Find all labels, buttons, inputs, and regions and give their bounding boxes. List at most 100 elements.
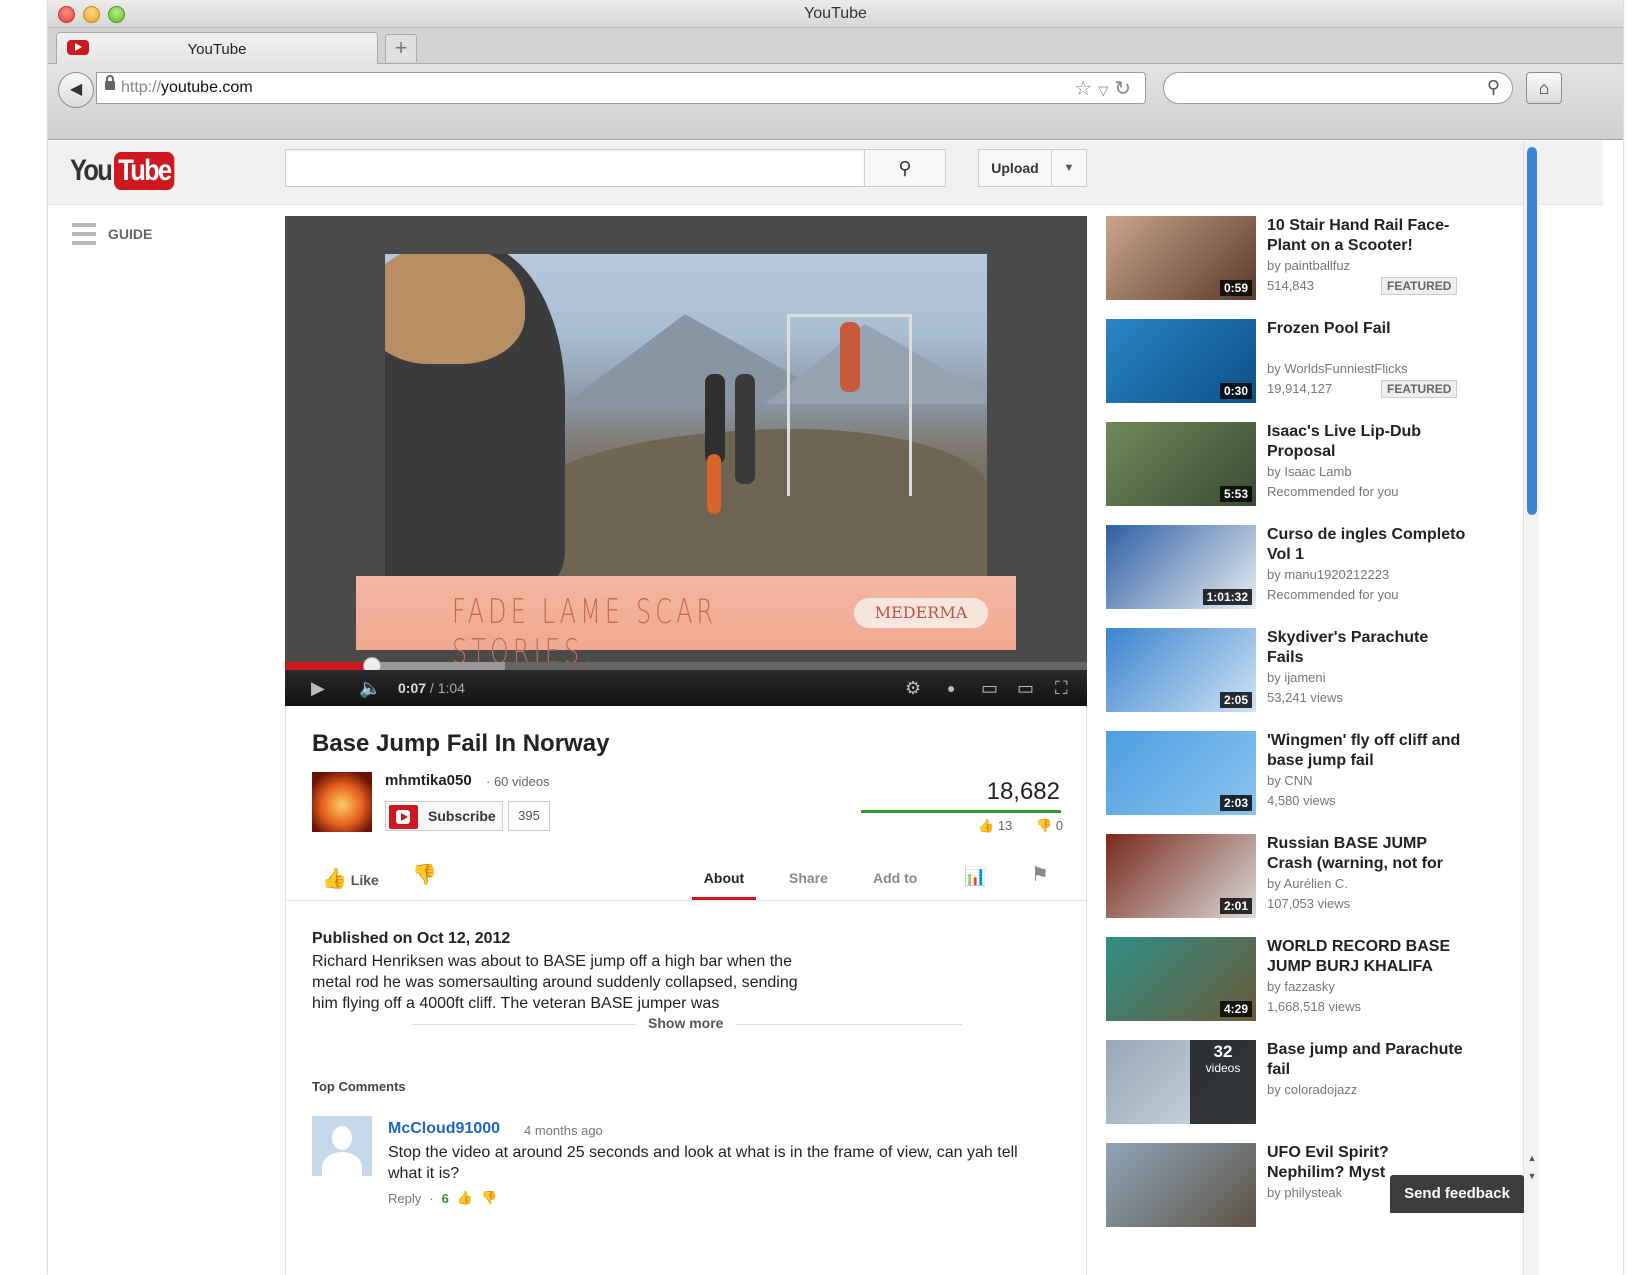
scroll-up-icon[interactable]: ▲: [1524, 1153, 1540, 1169]
video-thumbnail[interactable]: 4:29: [1106, 937, 1256, 1021]
related-video-item[interactable]: 5:53 Isaac's Live Lip-Dub Proposal by Isaa…: [1106, 422, 1526, 512]
related-video-item[interactable]: 2:01 Russian BASE JUMP Crash (warning, no…: [1106, 834, 1526, 924]
related-video-title[interactable]: Isaac's Live Lip-Dub Proposal: [1267, 422, 1467, 462]
thumbs-down-icon[interactable]: 👎: [481, 1190, 497, 1206]
related-video-item[interactable]: 2:03 'Wingmen' fly off cliff and base jum…: [1106, 731, 1526, 821]
video-thumbnail[interactable]: 1:01:32: [1106, 525, 1256, 609]
video-duration: 2:05: [1219, 692, 1252, 708]
featured-badge: FEATURED: [1381, 380, 1458, 398]
related-video-title[interactable]: Skydiver's Parachute Fails: [1267, 628, 1467, 668]
browser-window: YouTube YouTube + ◀ http://youtube.com ☆…: [48, 0, 1623, 1275]
video-thumbnail[interactable]: 5:53: [1106, 422, 1256, 506]
stats-icon[interactable]: 📊: [964, 866, 986, 887]
upload-button[interactable]: Upload: [978, 149, 1052, 187]
related-video-item[interactable]: 2:05 Skydiver's Parachute Fails by ijameni…: [1106, 628, 1526, 718]
related-video-title[interactable]: Frozen Pool Fail: [1267, 319, 1467, 339]
back-button[interactable]: ◀: [58, 72, 94, 108]
address-bar[interactable]: http://youtube.com ☆▽↻: [96, 72, 1146, 104]
related-video-item[interactable]: 32 videos Base jump and Parachute fail by c…: [1106, 1040, 1526, 1130]
tab-youtube[interactable]: YouTube: [56, 32, 378, 64]
page-scrollbar[interactable]: ▲ ▼: [1523, 141, 1539, 1275]
published-date: Published on Oct 12, 2012: [312, 930, 511, 947]
search-icon: ⚲: [1486, 77, 1500, 97]
large-player-icon[interactable]: ▭: [1017, 670, 1034, 706]
comment-actions: Reply · 6 👍 👎: [388, 1190, 498, 1206]
comment-score: 6: [441, 1190, 449, 1206]
chevron-down-icon[interactable]: ▽: [1098, 83, 1114, 98]
player-controls: ▶ 🔈 0:07 / 1:04 ⚙ ● ▭ ▭ ⛶: [285, 670, 1087, 706]
related-video-channel: by Isaac Lamb: [1267, 464, 1352, 479]
related-video-item[interactable]: 1:01:32 Curso de ingles Completo Vol 1 by …: [1106, 525, 1526, 615]
related-video-item[interactable]: 0:30 Frozen Pool Fail by WorldsFunniestFli…: [1106, 319, 1526, 409]
play-icon[interactable]: ▶: [311, 670, 325, 706]
related-video-meta: 107,053 views: [1267, 896, 1351, 911]
progress-played: [285, 662, 373, 670]
related-video-title[interactable]: 10 Stair Hand Rail Face-Plant on a Scoot…: [1267, 216, 1467, 256]
related-video-title[interactable]: 'Wingmen' fly off cliff and base jump fa…: [1267, 731, 1467, 771]
video-thumbnail[interactable]: 2:05: [1106, 628, 1256, 712]
video-player[interactable]: FADE LAME SCAR STORIES. MEDERMA ▶ 🔈 0:07…: [285, 216, 1087, 706]
volume-icon[interactable]: 🔈: [359, 670, 381, 706]
related-video-title[interactable]: Curso de ingles Completo Vol 1: [1267, 525, 1467, 565]
watch-later-icon[interactable]: ●: [947, 670, 955, 706]
subscribe-button[interactable]: Subscribe: [385, 801, 503, 831]
related-video-channel: by paintballfuz: [1267, 258, 1351, 273]
like-ratio-bar: [861, 810, 1061, 813]
related-video-title[interactable]: Russian BASE JUMP Crash (warning, not fo…: [1267, 834, 1467, 874]
related-video-title[interactable]: WORLD RECORD BASE JUMP BURJ KHALIFA: [1267, 937, 1467, 977]
reply-button[interactable]: Reply: [388, 1191, 421, 1206]
playlist-count-overlay: 32 videos: [1190, 1040, 1256, 1124]
settings-gear-icon[interactable]: ⚙: [905, 670, 921, 706]
like-button[interactable]: 👍 Like: [322, 866, 379, 891]
comment-author[interactable]: McCloud91000: [388, 1120, 500, 1138]
video-thumbnail[interactable]: 2:03: [1106, 731, 1256, 815]
video-thumbnail[interactable]: [1106, 1143, 1256, 1227]
related-video-item[interactable]: 4:29 WORLD RECORD BASE JUMP BURJ KHALIFA b…: [1106, 937, 1526, 1027]
scrollbar-thumb[interactable]: [1527, 147, 1537, 515]
video-thumbnail[interactable]: 0:59: [1106, 216, 1256, 300]
new-tab-button[interactable]: +: [385, 34, 417, 62]
video-progress-bar[interactable]: [285, 657, 1087, 675]
guide-button[interactable]: GUIDE: [72, 223, 152, 245]
reload-icon[interactable]: ↻: [1114, 78, 1137, 100]
related-video-channel: by WorldsFunniestFlicks: [1267, 361, 1408, 376]
browser-search-field[interactable]: ⚲: [1163, 72, 1513, 104]
youtube-search-button[interactable]: ⚲: [864, 149, 946, 187]
scroll-down-icon[interactable]: ▼: [1524, 1171, 1540, 1187]
video-duration: 4:29: [1219, 1001, 1252, 1017]
tab-share[interactable]: Share: [789, 870, 828, 886]
url-actions: ☆▽↻: [1074, 76, 1137, 101]
video-info-panel: Base Jump Fail In Norway mhmtika050 · 60…: [285, 706, 1087, 1275]
channel-video-count[interactable]: · 60 videos: [486, 774, 550, 789]
video-ad-banner[interactable]: FADE LAME SCAR STORIES. MEDERMA: [356, 576, 1016, 672]
show-more-button[interactable]: Show more: [636, 1015, 736, 1031]
home-button[interactable]: ⌂: [1526, 72, 1562, 104]
youtube-logo[interactable]: You Tube: [70, 151, 186, 191]
upload-dropdown-button[interactable]: ▼: [1051, 149, 1087, 187]
comment-avatar[interactable]: [312, 1116, 372, 1176]
video-thumbnail[interactable]: 2:01: [1106, 834, 1256, 918]
video-duration: 2:03: [1219, 795, 1252, 811]
subscriber-count: 395: [508, 801, 550, 831]
video-frame[interactable]: [385, 254, 987, 576]
small-player-icon[interactable]: ▭: [981, 670, 998, 706]
tab-about[interactable]: About: [692, 870, 756, 886]
flag-icon[interactable]: ⚑: [1031, 862, 1049, 887]
related-video-title[interactable]: Base jump and Parachute fail: [1267, 1040, 1467, 1080]
url-text: http://youtube.com: [121, 79, 253, 96]
related-video-item[interactable]: 0:59 10 Stair Hand Rail Face-Plant on a S…: [1106, 216, 1526, 306]
video-thumbnail[interactable]: 0:30: [1106, 319, 1256, 403]
fullscreen-icon[interactable]: ⛶: [1055, 670, 1068, 706]
dislike-button[interactable]: 👎: [412, 862, 437, 887]
youtube-search-input[interactable]: [285, 149, 865, 187]
video-thumbnail[interactable]: 32 videos: [1106, 1040, 1256, 1124]
tab-add-to[interactable]: Add to: [873, 870, 917, 886]
thumbs-up-icon[interactable]: 👍: [457, 1190, 473, 1206]
featured-badge: FEATURED: [1381, 277, 1458, 295]
star-icon[interactable]: ☆: [1074, 78, 1098, 100]
channel-avatar[interactable]: [312, 772, 372, 832]
thumbs-down-icon: 👎: [1036, 818, 1053, 833]
send-feedback-button[interactable]: Send feedback: [1390, 1175, 1524, 1213]
channel-name[interactable]: mhmtika050: [385, 772, 472, 789]
video-duration: 0:30: [1219, 383, 1252, 399]
